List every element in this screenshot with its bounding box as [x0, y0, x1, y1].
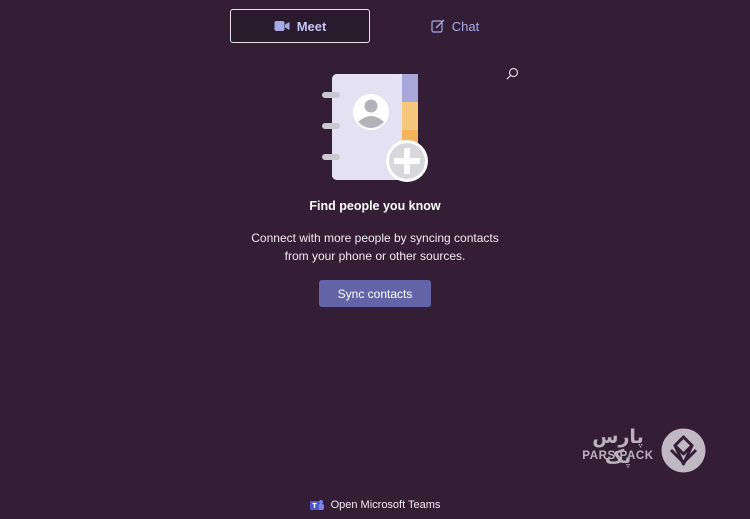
contacts-book-icon	[318, 70, 433, 185]
open-microsoft-teams-link[interactable]: Open Microsoft Teams	[0, 499, 750, 511]
open-microsoft-teams-label: Open Microsoft Teams	[330, 499, 441, 511]
tab-meet-label: Meet	[296, 18, 327, 34]
search-button[interactable]	[504, 67, 520, 85]
parspack-logo-icon	[661, 428, 706, 473]
tab-meet[interactable]: Meet	[230, 9, 370, 43]
compose-icon	[431, 19, 445, 33]
description-line-2: from your phone or other sources.	[284, 249, 466, 263]
empty-state-heading: Find people you know	[309, 199, 441, 213]
watermark-name-fa: پارس پک	[592, 427, 644, 468]
search-icon	[506, 67, 519, 85]
tab-chat-label: Chat	[451, 18, 480, 34]
watermark-name-en: PARS PACK	[582, 450, 654, 462]
tab-chat[interactable]: Chat	[410, 9, 500, 43]
empty-state-description: Connect with more people by syncing cont…	[225, 229, 525, 265]
sync-contacts-button[interactable]: Sync contacts	[319, 280, 431, 307]
description-line-1: Connect with more people by syncing cont…	[251, 231, 499, 245]
watermark-logo: پارس پک PARS PACK	[581, 428, 706, 474]
teams-logo-icon	[309, 499, 324, 511]
video-camera-icon	[274, 20, 290, 32]
